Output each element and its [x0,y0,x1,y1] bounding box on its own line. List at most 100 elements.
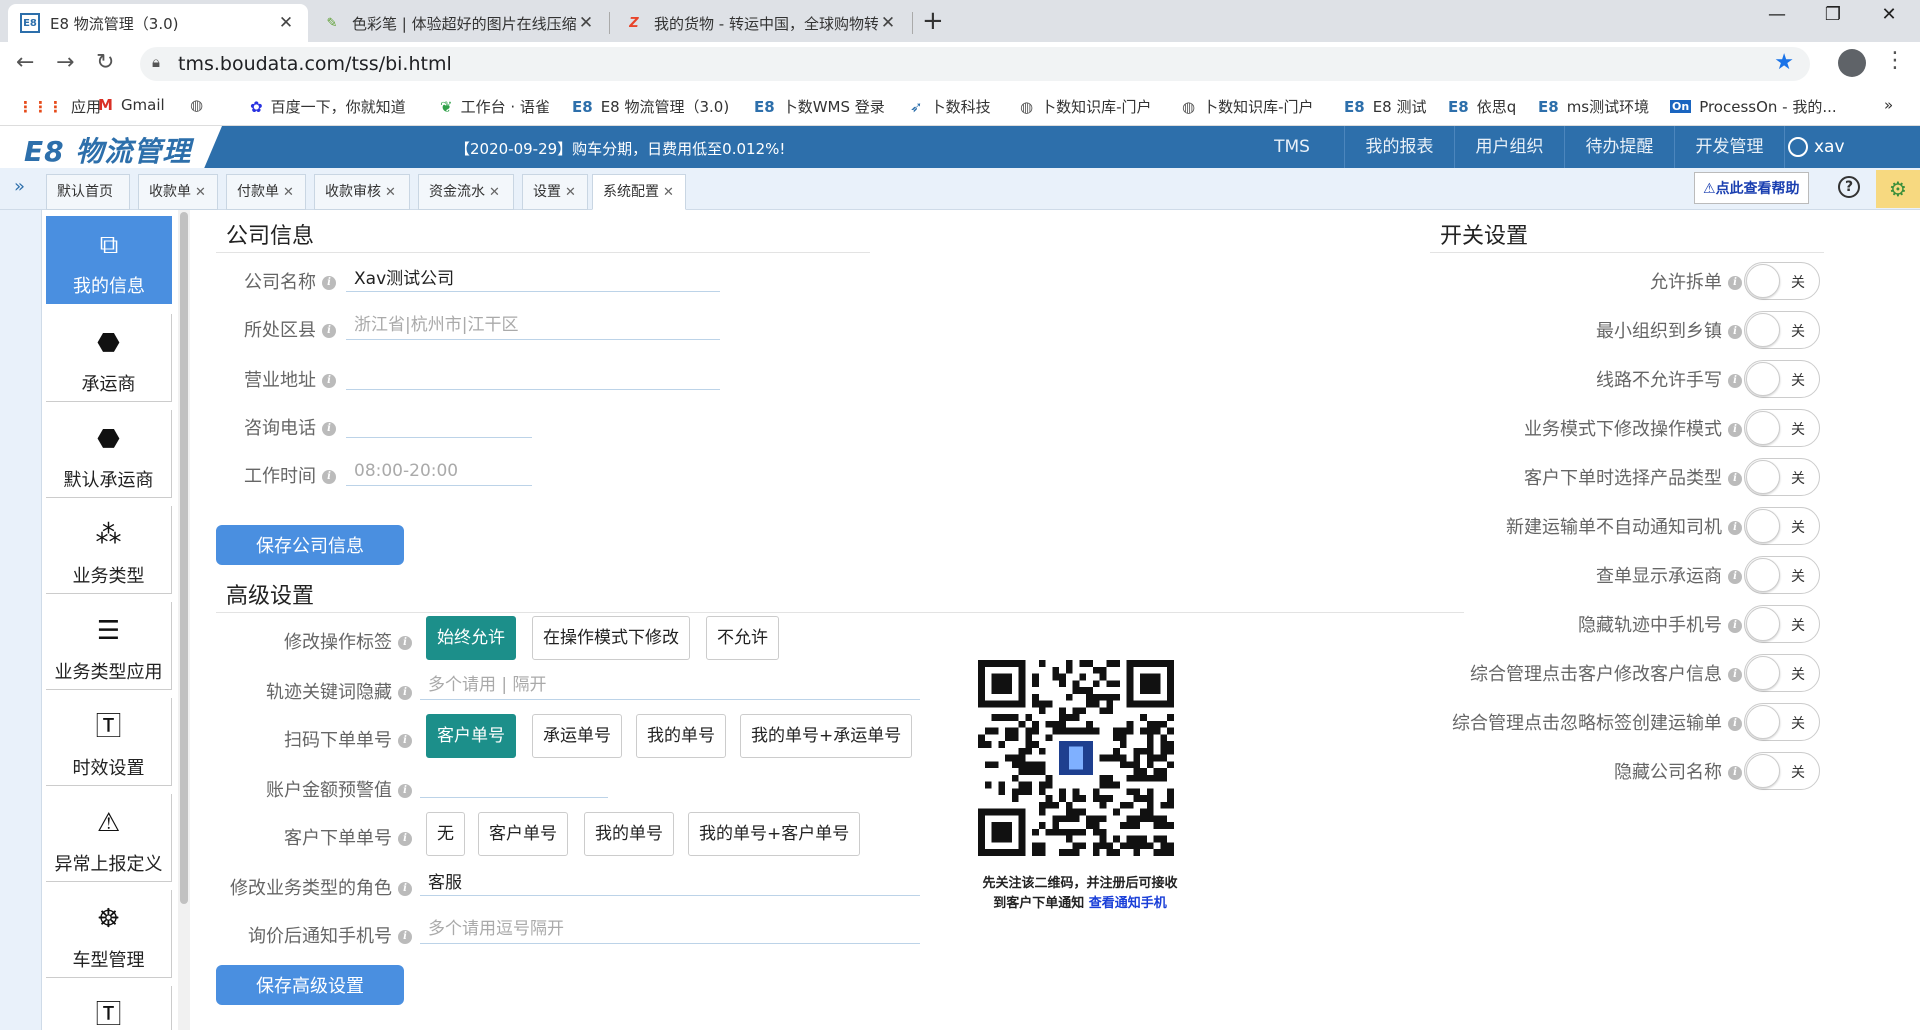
sidebar-item-timeliness[interactable]: 🅃︎ 时效设置 [46,698,172,786]
work-hours-input[interactable] [346,456,532,486]
sidebar-item-exception-report[interactable]: ⚠ 异常上报定义 [46,794,172,882]
modify-role-input[interactable] [420,866,920,896]
nav-my-reports[interactable]: 我的报表 [1344,126,1454,168]
sidebar-item-business-type[interactable]: ⁂ 业务类型 [46,506,172,594]
switch-toggle[interactable]: 关 [1744,703,1820,741]
sidebar-item-more[interactable]: 🅃︎ [46,986,172,1030]
option-disallow[interactable]: 不允许 [706,616,779,660]
switch-toggle[interactable]: 关 [1744,458,1820,496]
bookmark-baidu[interactable]: ✿ 百度一下，你就知道 [250,96,406,117]
question-icon[interactable]: ? [1838,176,1860,198]
nav-dev[interactable]: 开发管理 [1674,126,1784,168]
switch-toggle[interactable]: 关 [1744,654,1820,692]
close-icon[interactable]: ✕ [663,185,674,200]
bookmark-e8[interactable]: E8 E8 物流管理（3.0) [572,96,729,117]
tab-receipts[interactable]: 收款单 ✕ [138,174,218,210]
tab-default-home[interactable]: 默认首页 [46,174,130,210]
bookmark-wms[interactable]: E8 卜数WMS 登录 [754,96,885,117]
district-input[interactable] [346,310,720,340]
switch-toggle[interactable]: 关 [1744,360,1820,398]
sidebar-item-vehicle-type[interactable]: ☸ 车型管理 [46,890,172,978]
bookmark-kb1[interactable]: ◍ 卜数知识库-门户 [1020,96,1152,117]
reload-icon[interactable]: ↻ [96,50,114,75]
option-my-plus-customer[interactable]: 我的单号+客户单号 [688,812,861,856]
window-close-icon[interactable]: ✕ [1864,4,1914,25]
view-notify-phone-link[interactable]: 查看通知手机 [1089,896,1167,911]
switch-toggle[interactable]: 关 [1744,507,1820,545]
bookmark-yisiq[interactable]: E8 依思q [1448,96,1516,117]
help-link[interactable]: ⚠点此查看帮助 [1694,172,1809,204]
sidebar-item-my-info[interactable]: ⧉ 我的信息 [46,216,172,304]
tab-payments[interactable]: 付款单 ✕ [226,174,306,210]
minimize-icon[interactable]: — [1752,4,1802,25]
tab-system-config[interactable]: 系统配置 ✕ [592,174,686,210]
close-icon[interactable]: ✕ [195,185,206,200]
bookmark-kb2[interactable]: ◍ 卜数知识库-门户 [1182,96,1314,117]
switch-toggle[interactable]: 关 [1744,752,1820,790]
bookmark-bushu[interactable]: ➶ 卜数科技 [910,96,991,117]
bookmark-e8-test[interactable]: E8 E8 测试 [1344,96,1426,117]
hide-keywords-input[interactable] [420,670,920,700]
nav-tms[interactable]: TMS [1240,126,1344,168]
more-bookmarks-icon[interactable]: » [1884,96,1893,114]
menu-kebab-icon[interactable]: ⋮ [1884,48,1906,73]
profile-avatar-icon[interactable] [1838,49,1866,77]
sidebar-item-carrier[interactable]: ⬣ 承运商 [46,314,172,402]
switch-toggle[interactable]: 关 [1744,262,1820,300]
close-icon[interactable]: ✕ [565,185,576,200]
switch-toggle[interactable]: 关 [1744,409,1820,447]
bookmark-globe[interactable]: ◍ [190,96,211,114]
tab-settings[interactable]: 设置 ✕ [522,174,588,210]
browser-tab-secaibi[interactable]: ✎ 色彩笔 | 体验超好的图片在线压缩 ✕ [310,4,608,42]
bookmark-apps[interactable]: ⋮⋮⋮ 应用 [18,96,101,117]
forward-arrow-icon[interactable]: → [56,50,74,75]
expand-sidebar-icon[interactable]: » [14,176,25,197]
company-name-input[interactable] [346,262,720,292]
option-customer-no[interactable]: 客户单号 [478,812,568,856]
close-icon[interactable]: ✕ [878,13,898,33]
save-company-button[interactable]: 保存公司信息 [216,525,404,565]
close-icon[interactable]: ✕ [283,185,294,200]
sidebar-scroll-thumb[interactable] [180,212,188,904]
business-address-input[interactable] [346,360,720,390]
tab-receipt-audit[interactable]: 收款审核 ✕ [314,174,410,210]
option-none[interactable]: 无 [426,812,465,856]
browser-tab-zhuanyun[interactable]: Z 我的货物 - 转运中国，全球购物转 ✕ [612,4,910,42]
restore-icon[interactable]: ❐ [1808,4,1858,25]
bookmark-ms-test[interactable]: E8 ms测试环境 [1538,96,1649,117]
settings-cog-icon[interactable]: ⚙ [1876,170,1920,208]
close-icon[interactable]: ✕ [576,13,596,33]
option-scan-customer-no[interactable]: 客户单号 [426,714,516,758]
bookmark-yuque[interactable]: ❦ 工作台 · 语雀 [440,96,550,117]
announcement-text[interactable]: 【2020-09-29】购车分期，日费用低至0.012%! [455,138,785,159]
bookmark-gmail[interactable]: M Gmail [98,96,165,114]
option-scan-carrier-no[interactable]: 承运单号 [532,714,622,758]
bookmark-processon[interactable]: On ProcessOn - 我的... [1670,96,1837,117]
close-icon[interactable]: ✕ [489,185,500,200]
browser-tab-e8[interactable]: E8 E8 物流管理（3.0) ✕ [8,4,308,42]
option-modify-in-op-mode[interactable]: 在操作模式下修改 [532,616,690,660]
switch-toggle[interactable]: 关 [1744,605,1820,643]
sidebar-item-default-carrier[interactable]: ⬣ 默认承运商 [46,410,172,498]
option-scan-my-no[interactable]: 我的单号 [636,714,726,758]
bookmark-star-icon[interactable]: ★ [1774,50,1794,75]
option-scan-my-plus-carrier[interactable]: 我的单号+承运单号 [740,714,913,758]
user-menu[interactable]: xav [1788,126,1845,168]
tab-cash-flow[interactable]: 资金流水 ✕ [418,174,514,210]
new-tab-plus-icon[interactable]: + [922,6,944,36]
phone-input[interactable] [346,408,532,438]
balance-warning-input[interactable] [420,768,608,798]
sidebar-item-business-type-app[interactable]: ☰ 业务类型应用 [46,602,172,690]
switch-toggle[interactable]: 关 [1744,311,1820,349]
option-always-allow[interactable]: 始终允许 [426,616,516,660]
address-bar[interactable]: 🔒︎ tms.boudata.com/tss/bi.html ★ [140,47,1810,81]
back-arrow-icon[interactable]: ← [16,50,34,75]
nav-todo[interactable]: 待办提醒 [1564,126,1674,168]
nav-user-org[interactable]: 用户组织 [1454,126,1564,168]
switch-toggle[interactable]: 关 [1744,556,1820,594]
option-my-no[interactable]: 我的单号 [584,812,674,856]
save-advanced-button[interactable]: 保存高级设置 [216,965,404,1005]
close-icon[interactable]: ✕ [385,185,396,200]
notify-phone-input[interactable] [420,914,920,944]
close-icon[interactable]: ✕ [276,13,296,33]
